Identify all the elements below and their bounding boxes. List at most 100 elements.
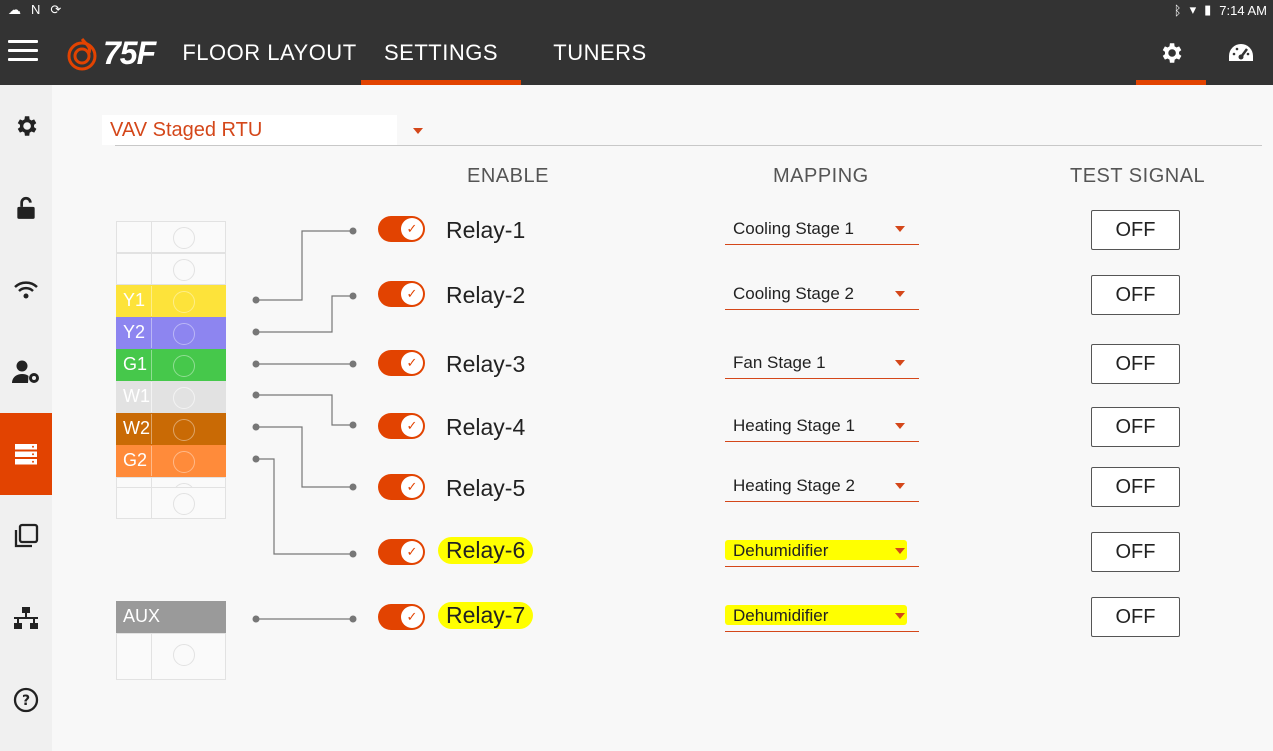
terminal-label: W1 [123,386,150,406]
relay-4-enable-toggle[interactable]: ✓ [378,413,425,439]
tab-label: SETTINGS [383,40,498,65]
dropdown-arrow-icon [895,548,905,554]
terminal-label: G2 [123,450,148,470]
mapping-value: Heating Stage 1 [733,416,855,435]
check-icon: ✓ [401,218,423,240]
terminal-label: AUX [123,606,161,626]
relay-1-enable-toggle[interactable]: ✓ [378,216,425,242]
terminal-aux: AUX [116,601,226,633]
mapping-value: Cooling Stage 1 [733,219,854,238]
relay-5-label: Relay-5 [446,475,526,501]
sidebar-item-general-settings[interactable] [0,85,52,167]
copy-icon [14,523,39,548]
relay-1-label: Relay-1 [446,217,526,243]
tab-tuners[interactable]: TUNERS [540,20,660,85]
status-icons-left: ☁ N ⟳ [8,2,61,18]
server-icon [15,444,37,465]
sidebar: ? [0,85,52,751]
tab-label: TUNERS [553,40,647,65]
relay-2-mapping-select[interactable]: Cooling Stage 2 [725,280,919,310]
relay-6-enable-toggle[interactable]: ✓ [378,539,425,565]
sidebar-item-user-settings[interactable] [0,331,52,413]
terminal-label: G1 [123,354,148,374]
mapping-value: Cooling Stage 2 [733,284,854,303]
column-header-mapping: MAPPING [773,165,869,187]
flame-logo-icon [67,37,97,70]
relay-3-enable-toggle[interactable]: ✓ [378,350,425,376]
relay-5-mapping-select[interactable]: Heating Stage 2 [725,472,919,502]
svg-text:?: ? [22,693,30,709]
check-icon: ✓ [401,476,423,498]
relay-4-label: Relay-4 [446,414,526,440]
relay-6-test-signal-button[interactable]: OFF [1091,532,1180,572]
brand-logo: 75F [65,35,156,72]
terminal-w2: W2 [116,413,226,445]
relay-6-mapping-select[interactable]: Dehumidifier [725,537,919,567]
terminal-g2: G2 [116,445,226,477]
sidebar-item-relays[interactable] [0,413,52,495]
terminal-label: Y2 [123,322,146,342]
bluetooth-icon: ᛒ [1173,2,1182,18]
sidebar-item-network[interactable] [0,577,52,659]
terminal-y2: Y2 [116,317,226,349]
relay-5-test-signal-button[interactable]: OFF [1091,467,1180,507]
dropdown-arrow-icon [895,226,905,232]
relay-3-test-signal-button[interactable]: OFF [1091,344,1180,384]
battery-icon: ▮ [1204,2,1212,17]
relay-3-mapping-select[interactable]: Fan Stage 1 [725,349,919,379]
status-icons-right: ᛒ ▾ ▮ 7:14 AM [1174,2,1267,18]
dropdown-arrow-icon [895,613,905,619]
terminal-slot [116,633,226,680]
check-icon: ✓ [401,283,423,305]
relay-2-enable-toggle[interactable]: ✓ [378,281,425,307]
terminal-slot [116,487,226,519]
dropdown-arrow-icon [895,483,905,489]
user-settings-icon [12,360,39,383]
terminal-y1: Y1 [116,285,226,317]
wifi-icon [14,281,38,299]
unlock-icon [17,196,35,219]
terminal-label: W2 [123,418,150,438]
logo-text: 75F [103,35,156,71]
relay-4-mapping-select[interactable]: Heating Stage 1 [725,412,919,442]
dropdown-arrow-icon [895,291,905,297]
relay-1-test-signal-button[interactable]: OFF [1091,210,1180,250]
network-icon [14,607,38,629]
relay-4-test-signal-button[interactable]: OFF [1091,407,1180,447]
sync-icon: ⟳ [50,2,62,17]
tab-floor-layout[interactable]: FLOOR LAYOUT [182,20,357,85]
tab-label: FLOOR LAYOUT [182,40,357,65]
relay-2-test-signal-button[interactable]: OFF [1091,275,1180,315]
tab-settings[interactable]: SETTINGS [361,20,521,85]
check-icon: ✓ [401,606,423,628]
check-icon: ✓ [401,541,423,563]
relay-7-label: Relay-7 [438,602,534,629]
column-header-test-signal: TEST SIGNAL [1070,165,1206,187]
relay-7-mapping-select[interactable]: Dehumidifier [725,602,919,632]
terminal-w1: W1 [116,381,226,413]
sidebar-item-wifi[interactable] [0,249,52,331]
relay-6-label: Relay-6 [438,537,534,564]
check-icon: ✓ [401,415,423,437]
relay-7-enable-toggle[interactable]: ✓ [378,604,425,630]
relay-1-mapping-select[interactable]: Cooling Stage 1 [725,215,919,245]
relay-5-enable-toggle[interactable]: ✓ [378,474,425,500]
terminal-slot [116,221,226,253]
mapping-value: Heating Stage 2 [733,476,855,495]
relay-7-test-signal-button[interactable]: OFF [1091,597,1180,637]
status-bar: ☁ N ⟳ ᛒ ▾ ▮ 7:14 AM [0,0,1273,20]
dashboard-gauge-icon[interactable] [1206,20,1273,85]
sidebar-item-help[interactable]: ? [0,659,52,741]
mapping-value: Fan Stage 1 [733,353,826,372]
settings-gear-icon[interactable] [1136,20,1206,85]
relay-3-label: Relay-3 [446,351,526,377]
hamburger-menu-icon[interactable] [8,40,38,64]
sidebar-item-copy[interactable] [0,495,52,577]
terminal-g1: G1 [116,349,226,381]
mapping-value: Dehumidifier [733,606,829,625]
profile-dropdown-arrow-icon[interactable] [413,128,423,134]
wifi-status-icon: ▾ [1189,2,1197,17]
column-header-enable: ENABLE [467,165,549,187]
sidebar-item-security[interactable] [0,167,52,249]
dropdown-arrow-icon [895,423,905,429]
